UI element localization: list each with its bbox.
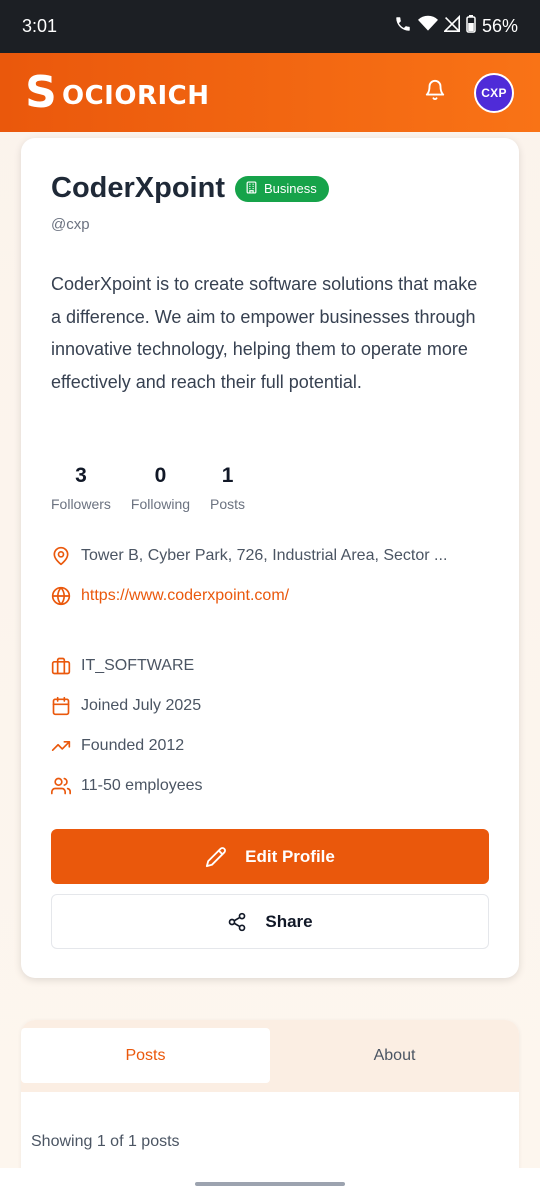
signal-icon [442,14,460,38]
tab-about[interactable]: About [270,1028,519,1083]
profile-bio: CoderXpoint is to create software soluti… [51,274,478,392]
stat-value: 0 [154,464,167,487]
badge-label: Business [264,181,317,196]
battery-percent: 56% [481,16,518,36]
profile-handle: @cxp [51,216,90,233]
content-tabs-card: Posts About Showing 1 of 1 posts [21,1020,519,1180]
logo-mark: S [25,66,57,118]
call-icon [394,15,412,38]
status-time: 3:01 [22,16,58,36]
profile-name: CoderXpoint [51,172,225,204]
battery-icon [466,15,476,38]
app-bar: S OCIORICH CXP [0,53,540,132]
logo-text: OCIORICH [62,80,210,111]
stat-label: Following [130,496,191,512]
website-row: https://www.coderxpoint.com/ [51,586,289,606]
profile-stats: 3 Followers 0 Following 1 Posts [51,464,245,512]
share-button[interactable]: Share [51,894,489,949]
profile-card: CoderXpoint Business @cxp CoderXpoint is… [21,138,519,978]
industry-row: IT_SOFTWARE [51,656,194,676]
system-nav-bar [0,1168,540,1200]
app-logo[interactable]: S OCIORICH [22,66,210,118]
edit-profile-label: Edit Profile [245,846,335,866]
tab-posts[interactable]: Posts [21,1028,270,1083]
founded-text: Founded 2012 [81,737,185,754]
pencil-icon [206,846,227,867]
founded-row: Founded 2012 [51,736,184,756]
tab-bar: Posts About [21,1020,519,1092]
wifi-icon [417,15,438,38]
avatar[interactable]: CXP [474,72,514,113]
stat-value: 3 [75,464,87,487]
stat-label: Followers [51,496,111,512]
location-row: Tower B, Cyber Park, 726, Industrial Are… [51,546,447,566]
business-badge: Business [235,175,329,202]
edit-profile-button[interactable]: Edit Profile [51,829,489,884]
globe-icon [51,586,71,606]
stat-posts[interactable]: 1 Posts [210,464,245,512]
briefcase-icon [51,657,71,675]
home-handle[interactable] [195,1182,345,1186]
location-text: Tower B, Cyber Park, 726, Industrial Are… [81,547,448,564]
share-icon [229,912,246,931]
employees-text: 11-50 employees [81,777,203,794]
bell-icon[interactable] [424,79,446,106]
website-link[interactable]: https://www.coderxpoint.com/ [81,587,289,605]
users-icon [51,777,71,795]
employees-row: 11-50 employees [51,776,203,796]
calendar-icon [52,696,70,716]
status-bar: 3:01 56% [0,0,540,53]
map-pin-icon [53,546,69,566]
stat-value: 1 [221,464,234,487]
industry-text: IT_SOFTWARE [81,657,195,674]
posts-count-text: Showing 1 of 1 posts [31,1133,180,1150]
building-icon [245,180,258,197]
joined-text: Joined July 2025 [81,697,202,714]
trending-up-icon [51,741,71,751]
joined-row: Joined July 2025 [51,696,201,716]
stat-following[interactable]: 0 Following [131,464,190,512]
stat-followers[interactable]: 3 Followers [51,464,111,512]
stat-label: Posts [210,496,246,512]
share-label: Share [265,911,313,931]
